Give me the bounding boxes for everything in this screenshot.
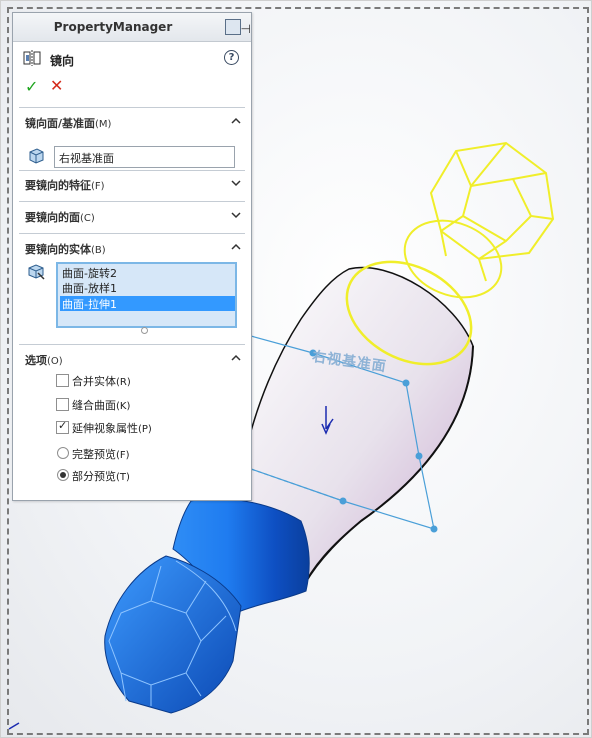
merge-bodies-label: 合并实体(R): [72, 375, 131, 388]
partial-preview-radio[interactable]: [57, 469, 69, 481]
list-resize-handle[interactable]: [141, 327, 148, 334]
mirror-feature-icon: [23, 50, 41, 66]
divider: [19, 201, 245, 202]
mirror-plane-field[interactable]: 右视基准面: [54, 146, 235, 168]
section-features-title[interactable]: 要镜向的特征(F): [25, 177, 105, 193]
knit-surfaces-label: 缝合曲面(K): [72, 399, 131, 412]
list-item-selected[interactable]: 曲面-拉伸1: [60, 296, 235, 311]
bodies-icon: [28, 264, 45, 280]
divider: [19, 170, 245, 171]
pin-icon[interactable]: ⊣: [241, 22, 251, 36]
property-manager-header: PropertyManager ⊣: [13, 13, 251, 42]
section-options-title[interactable]: 选项(O): [25, 352, 63, 368]
divider: [19, 344, 245, 345]
chevron-down-icon[interactable]: [231, 210, 241, 220]
chevron-up-icon[interactable]: [231, 242, 241, 252]
cancel-cross-icon[interactable]: ✕: [50, 76, 63, 95]
expand-panel-icon[interactable]: [225, 19, 241, 35]
propagate-visual-checkbox[interactable]: [56, 419, 69, 434]
list-item[interactable]: 曲面-放样1: [60, 280, 235, 295]
feature-name: 镜向: [50, 54, 75, 68]
propagate-visual-label: 延伸视象属性(P): [72, 422, 152, 435]
feature-title-row: 镜向 ?: [13, 46, 251, 68]
bodies-list[interactable]: 曲面-旋转2 曲面-放样1 曲面-拉伸1: [56, 262, 237, 328]
partial-preview-label: 部分预览(T): [72, 470, 130, 483]
full-preview-label: 完整预览(F): [72, 448, 130, 461]
plane-cube-icon: [29, 148, 44, 164]
divider: [19, 233, 245, 234]
section-mirror-plane-title[interactable]: 镜向面/基准面(M): [25, 115, 111, 131]
section-bodies-title[interactable]: 要镜向的实体(B): [25, 241, 106, 257]
property-manager-panel: PropertyManager ⊣ 镜向 ? ✓ ✕ 镜向面/基准面(M) 右视…: [12, 12, 252, 501]
section-faces-title[interactable]: 要镜向的面(C): [25, 209, 95, 225]
ok-checkmark-icon[interactable]: ✓: [25, 77, 38, 96]
property-manager-title: PropertyManager: [53, 20, 173, 34]
list-item[interactable]: 曲面-旋转2: [60, 265, 235, 280]
merge-bodies-checkbox[interactable]: [56, 374, 69, 387]
divider: [19, 107, 245, 108]
knit-surfaces-checkbox[interactable]: [56, 398, 69, 411]
help-icon[interactable]: ?: [224, 50, 239, 65]
chevron-down-icon[interactable]: [231, 178, 241, 188]
chevron-up-icon[interactable]: [231, 116, 241, 126]
chevron-up-icon[interactable]: [231, 353, 241, 363]
full-preview-radio[interactable]: [57, 447, 69, 459]
solidworks-window: 右视基准面 PropertyManager ⊣ 镜向 ? ✓ ✕ 镜向面/基准面…: [0, 0, 592, 738]
viewport-corner-icon: [8, 722, 20, 730]
